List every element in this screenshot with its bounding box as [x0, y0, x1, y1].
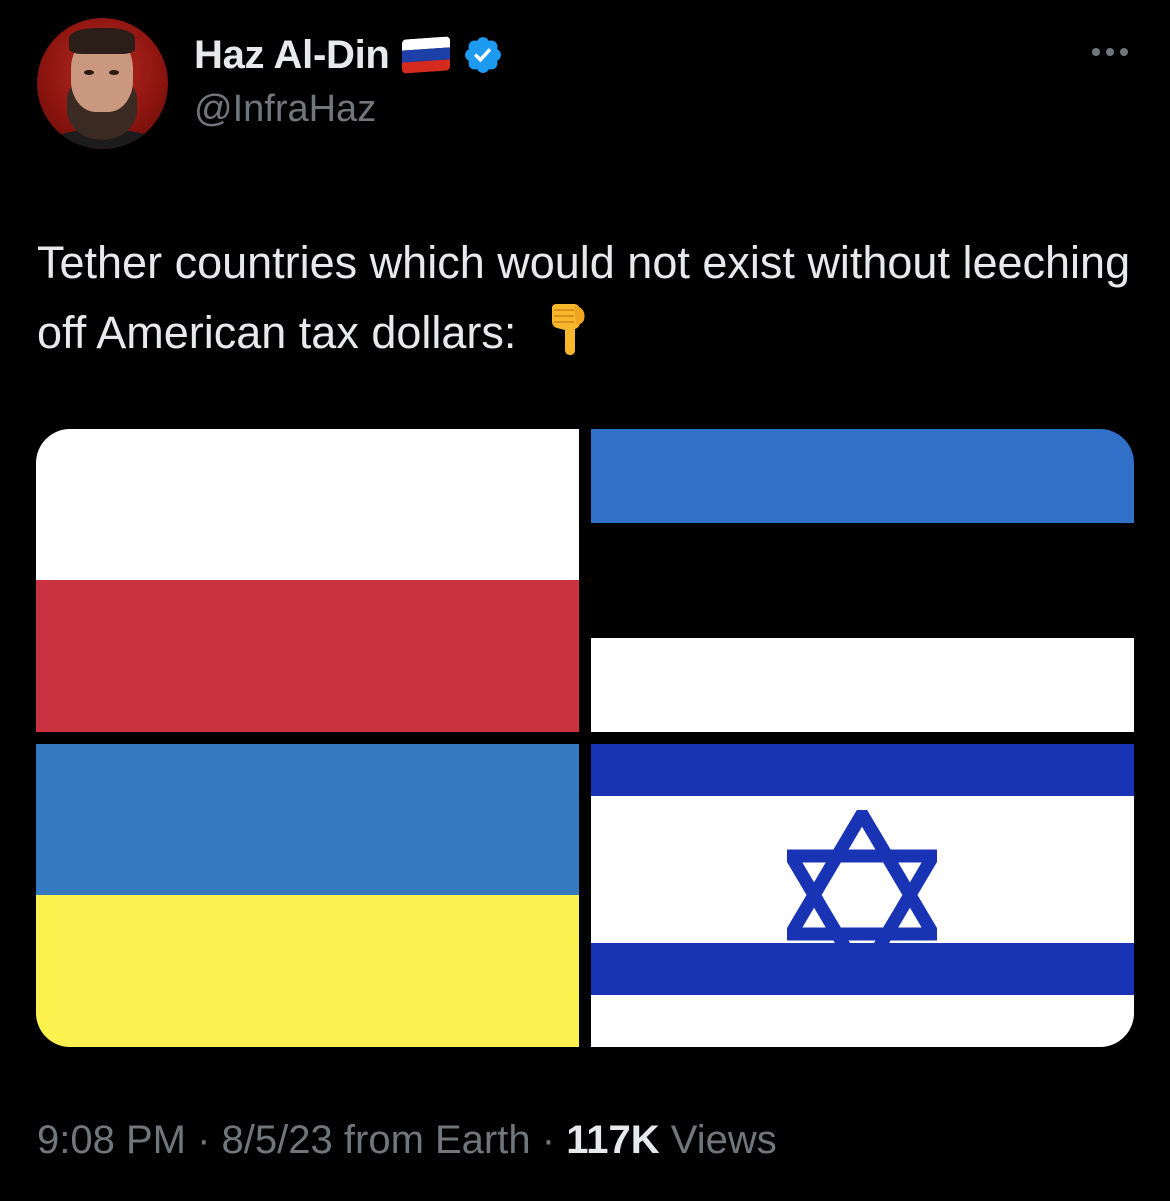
meta-separator: · — [541, 1118, 556, 1162]
pointing-down-hand-icon — [544, 302, 590, 376]
views-count[interactable]: 117K — [566, 1118, 659, 1162]
tweet-text: Tether countries which would not exist w… — [37, 228, 1137, 376]
russia-flag-icon — [401, 36, 450, 74]
avatar-eye — [84, 70, 94, 75]
ukraine-flag — [36, 744, 579, 1047]
views-label: Views — [670, 1118, 777, 1162]
avatar-hair — [69, 28, 135, 54]
author-handle[interactable]: @InfraHaz — [194, 88, 376, 131]
star-of-david-icon — [787, 810, 937, 980]
meta-separator: · — [197, 1118, 211, 1162]
tweet-media[interactable] — [36, 429, 1134, 1047]
verified-badge-icon — [464, 37, 501, 73]
poland-flag — [36, 429, 579, 732]
more-options-icon[interactable] — [1092, 48, 1128, 56]
author-display-name[interactable]: Haz Al-Din — [194, 33, 390, 78]
estonia-flag — [591, 429, 1134, 732]
avatar-eye — [109, 70, 119, 75]
avatar[interactable] — [37, 18, 168, 149]
tweet: Haz Al-Din @InfraHaz Tether countries wh… — [0, 0, 1170, 1201]
tweet-time[interactable]: 9:08 PM — [37, 1118, 186, 1162]
israel-flag — [591, 744, 1134, 1047]
tweet-date[interactable]: 8/5/23 — [222, 1118, 333, 1162]
tweet-source: from Earth — [343, 1118, 531, 1162]
tweet-metadata: 9:08 PM · 8/5/23 from Earth · 117K Views — [37, 1118, 777, 1163]
author-name-row: Haz Al-Din — [194, 30, 504, 80]
